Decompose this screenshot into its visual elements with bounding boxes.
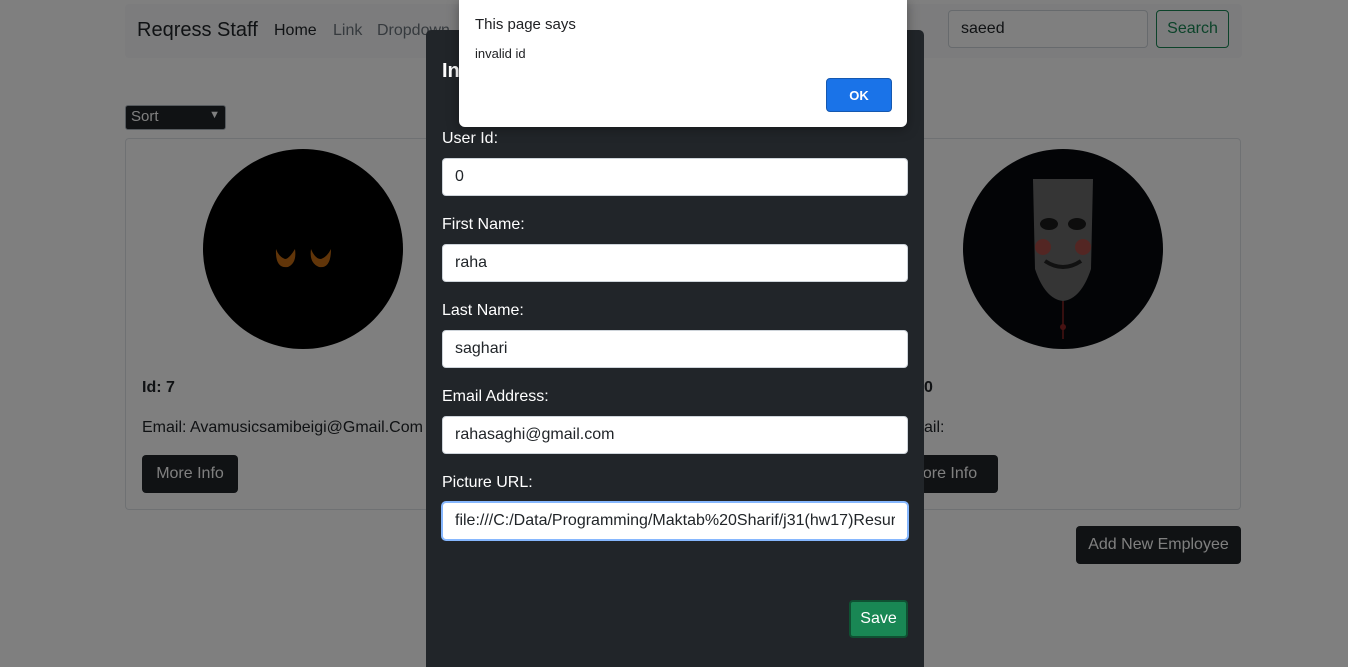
picture-url-label: Picture URL: bbox=[442, 474, 533, 491]
email-label: Email Address: bbox=[442, 388, 549, 405]
save-button[interactable]: Save bbox=[849, 600, 908, 638]
user-id-label: User Id: bbox=[442, 130, 499, 147]
first-name-input[interactable] bbox=[442, 244, 908, 282]
picture-url-input[interactable] bbox=[442, 502, 908, 540]
alert-title: This page says bbox=[475, 16, 576, 33]
last-name-input[interactable] bbox=[442, 330, 908, 368]
email-input[interactable] bbox=[442, 416, 908, 454]
modal-title: In bbox=[442, 60, 460, 82]
page: Reqress Staff Home Link Dropdown Search … bbox=[0, 0, 1348, 667]
alert-ok-button[interactable]: OK bbox=[826, 78, 892, 112]
last-name-label: Last Name: bbox=[442, 302, 524, 319]
alert-dialog: This page says invalid id OK bbox=[459, 0, 907, 127]
user-id-input[interactable] bbox=[442, 158, 908, 196]
alert-message: invalid id bbox=[475, 46, 526, 61]
first-name-label: First Name: bbox=[442, 216, 525, 233]
